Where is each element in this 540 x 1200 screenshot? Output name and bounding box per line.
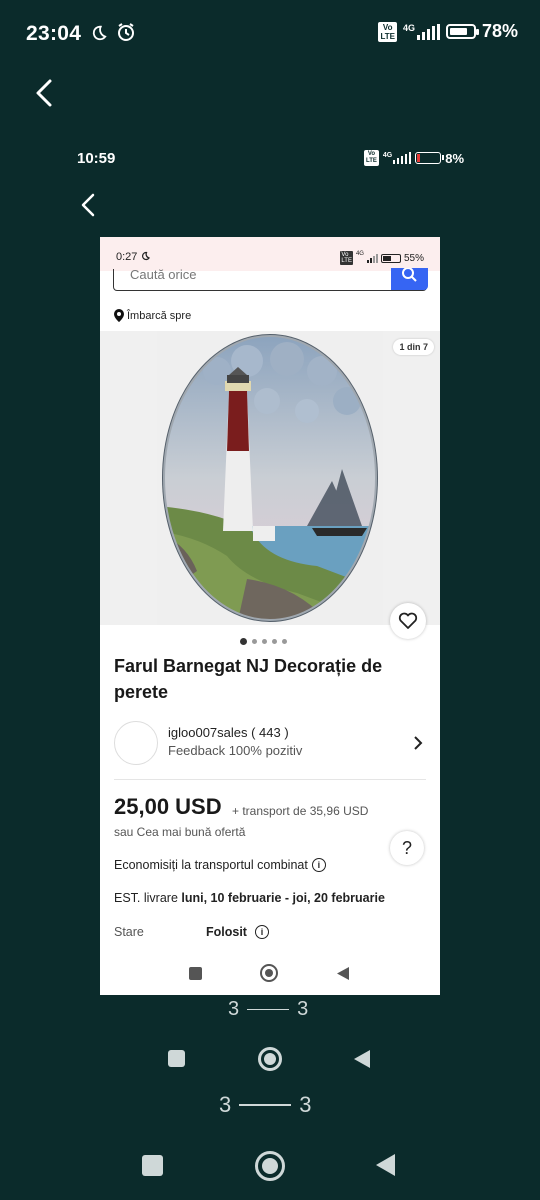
- avatar[interactable]: [114, 721, 158, 765]
- seller-feedback: Feedback 100% pozitiv: [168, 743, 303, 758]
- nav-back-icon[interactable]: [353, 1049, 371, 1069]
- product-image[interactable]: [157, 331, 383, 625]
- gallery-dot[interactable]: [272, 639, 277, 644]
- signal-icon: [366, 253, 378, 263]
- middle-status-time: 10:59: [77, 150, 115, 167]
- separator-left: 3: [228, 998, 240, 1020]
- nav-back-icon[interactable]: [375, 1153, 396, 1177]
- nav-home-icon[interactable]: [255, 1151, 285, 1181]
- divider: [114, 779, 426, 780]
- nav-home-icon[interactable]: [258, 1047, 282, 1071]
- gallery-dot[interactable]: [240, 638, 247, 645]
- battery-icon: [380, 253, 401, 263]
- battery-percent: 78%: [481, 21, 518, 41]
- signal-icon: 4G: [382, 152, 412, 164]
- volte-badge: Vo LTE: [340, 251, 353, 265]
- net-type: 4G: [402, 22, 415, 33]
- nav-back-icon[interactable]: [336, 966, 350, 981]
- moon-icon: [93, 25, 108, 41]
- battery-icon: [415, 152, 445, 164]
- help-button[interactable]: ?: [390, 831, 424, 865]
- signal-icon: 4G: [402, 22, 440, 40]
- condition-text: Folosit: [206, 925, 247, 939]
- net-type: 4G: [355, 251, 364, 257]
- volte-badge: Vo LTE: [364, 150, 379, 166]
- back-arrow-icon[interactable]: [30, 78, 60, 108]
- separator-right: 3: [297, 998, 309, 1020]
- nav-home-icon[interactable]: [260, 964, 278, 982]
- middle-status-right: Vo LTE 4G 8%: [364, 150, 464, 166]
- gallery-dot[interactable]: [262, 639, 267, 644]
- search-button[interactable]: [390, 267, 428, 290]
- time-text: 0:27: [116, 251, 138, 263]
- gallery-dot[interactable]: [252, 639, 257, 644]
- delivery-prefix: EST. livrare: [114, 891, 178, 905]
- search-input[interactable]: Caută orice: [113, 267, 428, 291]
- inner-nav-bar: [100, 955, 440, 995]
- ship-to-link[interactable]: Îmbarcă spre: [114, 309, 191, 322]
- combined-shipping-text: Economisiți la transportul combinat: [114, 858, 308, 872]
- shipping-cost: + transport de 35,96 USD: [232, 804, 369, 818]
- outer-status-time: 23:04: [26, 22, 136, 46]
- battery-percent: 8%: [445, 150, 465, 166]
- inner-status-time: 0:27: [116, 251, 151, 263]
- best-offer-text: sau Cea mai bună ofertă: [114, 825, 246, 839]
- seller-name[interactable]: igloo007sales ( 443 ): [168, 725, 289, 740]
- heart-icon: [398, 612, 418, 629]
- listing-screenshot: 0:27 Vo LTE 4G 55% Caută orice Îmbarcă sp…: [100, 237, 440, 995]
- inner-status-bar: 0:27 Vo LTE 4G 55%: [100, 237, 440, 271]
- condition-label: Stare: [114, 925, 144, 939]
- info-icon[interactable]: i: [311, 858, 326, 872]
- battery-icon: [445, 24, 479, 39]
- time-text: 10:59: [77, 150, 116, 167]
- info-icon[interactable]: i: [254, 925, 269, 939]
- chevron-right-icon[interactable]: [412, 735, 424, 756]
- search-placeholder: Caută orice: [130, 267, 197, 282]
- gallery-dot[interactable]: [282, 639, 287, 644]
- search-icon: [401, 267, 417, 282]
- time-text: 23:04: [26, 22, 82, 45]
- listing-title: Farul Barnegat NJ Decorație de perete: [114, 656, 383, 702]
- outer-status-right: Vo LTE 4G 78%: [378, 21, 518, 42]
- battery-percent: 55%: [403, 252, 424, 264]
- nav-square-icon[interactable]: [189, 967, 202, 980]
- alarm-icon: [117, 23, 134, 41]
- nav-square-icon[interactable]: [168, 1050, 185, 1067]
- separator-right: 3: [299, 1092, 312, 1117]
- separator: 33: [228, 998, 308, 1021]
- nav-square-icon[interactable]: [142, 1155, 163, 1176]
- condition-value: Folosit i: [206, 925, 269, 939]
- ship-to-label: Îmbarcă spre: [127, 309, 192, 322]
- delivery-estimate: EST. livrare luni, 10 februarie - joi, 2…: [114, 891, 385, 905]
- back-arrow-icon[interactable]: [78, 192, 98, 223]
- separator-left: 3: [219, 1092, 232, 1117]
- separator: 33: [219, 1092, 312, 1118]
- moon-icon: [142, 251, 151, 261]
- volte-badge: Vo LTE: [378, 21, 397, 42]
- image-gallery[interactable]: 1 din 7: [100, 331, 440, 625]
- watch-button[interactable]: [390, 603, 426, 639]
- combined-shipping[interactable]: Economisiți la transportul combinat i: [114, 858, 326, 872]
- inner-status-right: Vo LTE 4G 55%: [340, 251, 424, 265]
- location-pin-icon: [114, 309, 124, 322]
- price: 25,00 USD: [114, 794, 222, 819]
- delivery-dates: luni, 10 februarie - joi, 20 februarie: [181, 891, 385, 905]
- gallery-pagination: [240, 638, 287, 645]
- gallery-counter: 1 din 7: [393, 339, 434, 355]
- net-type: 4G: [382, 152, 393, 159]
